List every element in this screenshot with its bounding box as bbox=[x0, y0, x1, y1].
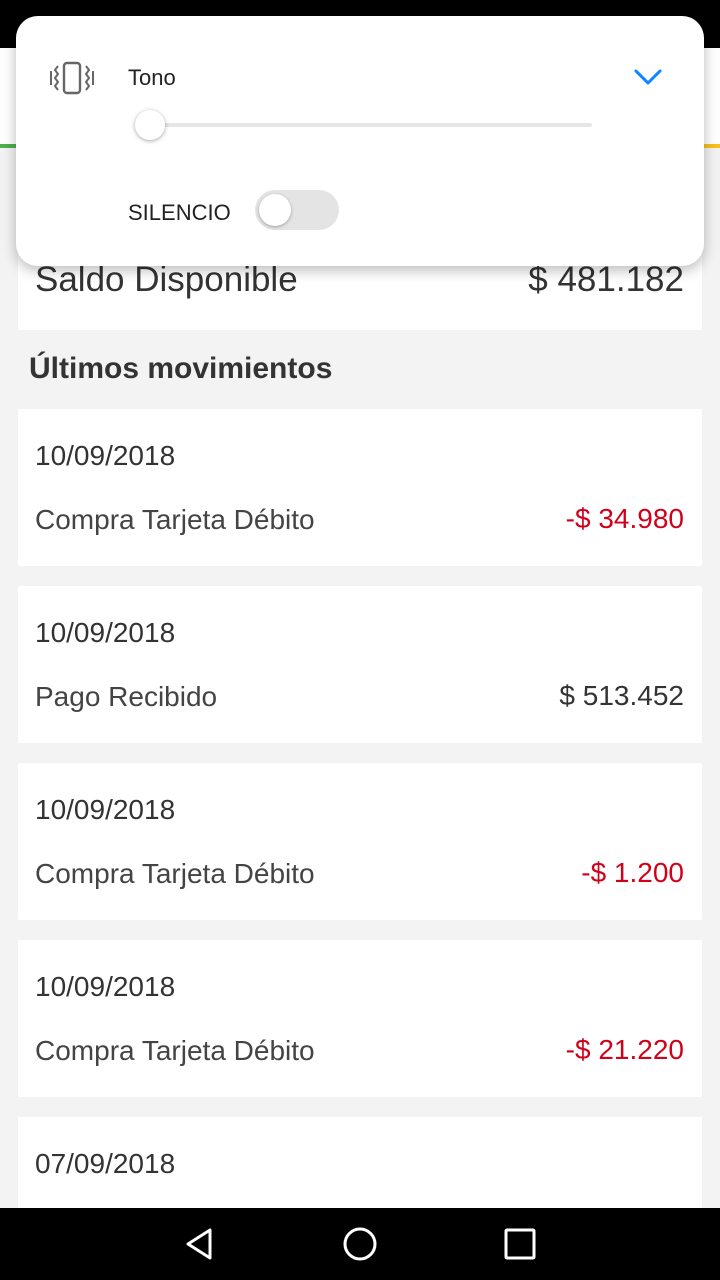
navigation-bar bbox=[0, 1208, 720, 1280]
volume-slider-thumb[interactable] bbox=[134, 110, 165, 140]
balance-value: $ 481.182 bbox=[528, 260, 684, 299]
movement-date: 10/09/2018 bbox=[35, 794, 176, 825]
movement-description: Compra Tarjeta Débito bbox=[35, 858, 315, 889]
movements-title: Últimos movimientos bbox=[29, 352, 333, 385]
movement-date: 10/09/2018 bbox=[35, 617, 176, 648]
movement-date: 10/09/2018 bbox=[35, 440, 176, 471]
movement-amount: -$ 1.200 bbox=[581, 857, 684, 888]
volume-slider[interactable] bbox=[134, 110, 592, 140]
recents-icon[interactable] bbox=[500, 1224, 540, 1264]
movement-amount: -$ 21.220 bbox=[565, 1034, 684, 1065]
chevron-down-icon[interactable] bbox=[632, 65, 664, 89]
movement-description: Pago Recibido bbox=[35, 681, 218, 712]
movement-card[interactable]: 10/09/2018 Compra Tarjeta Débito -$ 34.9… bbox=[18, 409, 702, 566]
movement-description: Compra Tarjeta Débito bbox=[35, 1035, 315, 1066]
movement-date: 07/09/2018 bbox=[35, 1148, 176, 1179]
movement-card[interactable]: 10/09/2018 Compra Tarjeta Débito -$ 1.20… bbox=[18, 763, 702, 920]
movement-amount: $ 513.452 bbox=[559, 680, 684, 711]
vibrate-icon[interactable] bbox=[50, 60, 94, 96]
movement-amount: -$ 34.980 bbox=[565, 503, 684, 534]
silence-label: SILENCIO bbox=[128, 200, 231, 225]
movement-card[interactable]: 10/09/2018 Compra Tarjeta Débito -$ 21.2… bbox=[18, 940, 702, 1097]
silence-toggle[interactable] bbox=[255, 190, 339, 230]
accent-bar-yellow bbox=[704, 144, 720, 148]
back-icon[interactable] bbox=[180, 1224, 220, 1264]
volume-panel: Tono SILENCIO bbox=[16, 16, 704, 266]
silence-toggle-knob bbox=[259, 194, 291, 226]
balance-label: Saldo Disponible bbox=[35, 260, 298, 299]
home-icon[interactable] bbox=[340, 1224, 380, 1264]
movement-date: 10/09/2018 bbox=[35, 971, 176, 1002]
ringer-mode-label: Tono bbox=[128, 65, 176, 90]
movement-card[interactable]: 10/09/2018 Pago Recibido $ 513.452 bbox=[18, 586, 702, 743]
movement-description: Compra Tarjeta Débito bbox=[35, 504, 315, 535]
